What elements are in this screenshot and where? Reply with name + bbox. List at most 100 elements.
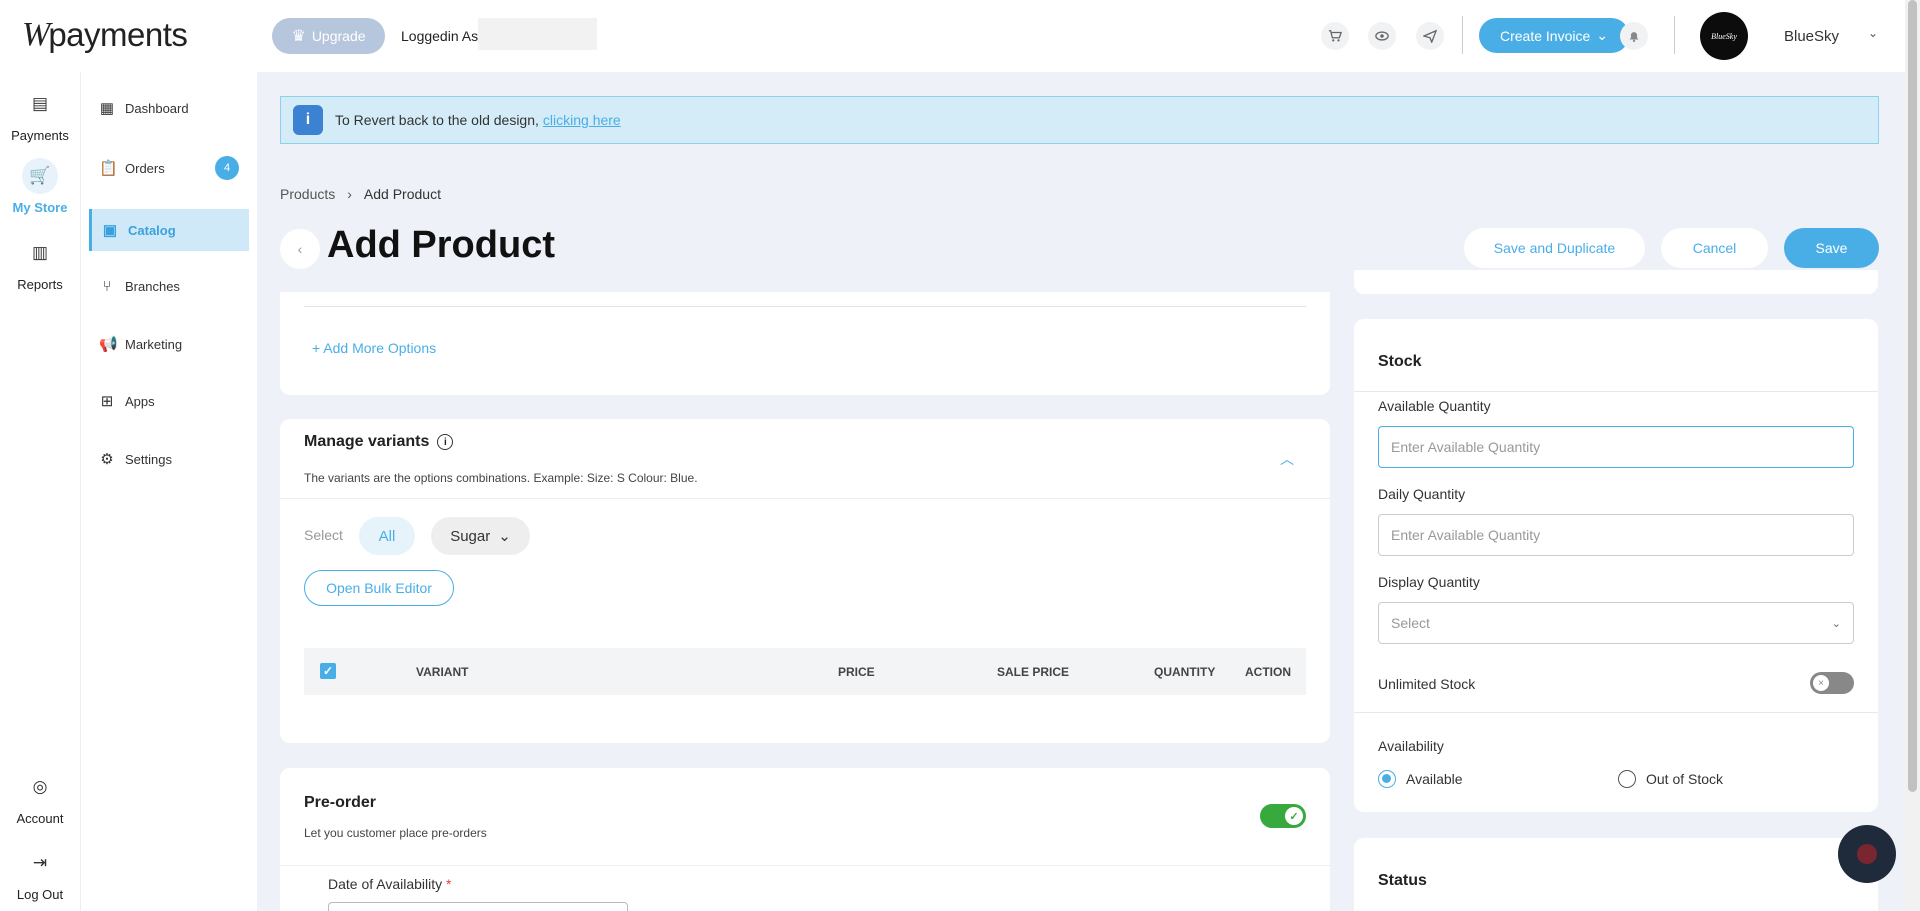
breadcrumb-current: Add Product bbox=[363, 186, 441, 202]
radio-label: Out of Stock bbox=[1646, 771, 1724, 787]
preorder-description: Let you customer place pre-orders bbox=[304, 826, 487, 840]
divider bbox=[1354, 712, 1878, 713]
design-notice-banner: i To Revert back to the old design, clic… bbox=[280, 96, 1879, 144]
scrollbar-thumb[interactable] bbox=[1908, 0, 1917, 792]
display-quantity-label: Display Quantity bbox=[1378, 574, 1480, 590]
sidebar-item-dashboard[interactable]: ▦ Dashboard bbox=[89, 87, 249, 129]
sidebar-item-catalog[interactable]: ▣ Catalog bbox=[89, 209, 249, 251]
divider bbox=[304, 306, 1306, 307]
column-header: VARIANT bbox=[416, 665, 469, 679]
clipboard-icon: 📋 bbox=[99, 160, 118, 177]
info-icon: i bbox=[293, 105, 323, 135]
right-card-bottom bbox=[1354, 270, 1878, 294]
variants-title: Manage variants i bbox=[304, 433, 454, 451]
sidebar-item-orders[interactable]: 📋 Orders 4 bbox=[89, 147, 249, 189]
back-button[interactable]: ‹ bbox=[280, 229, 320, 269]
select-label: Select bbox=[304, 527, 343, 543]
availability-label: Availability bbox=[1378, 738, 1444, 754]
variants-description: The variants are the options combination… bbox=[304, 471, 698, 485]
breadcrumb-products[interactable]: Products bbox=[280, 186, 335, 202]
create-invoice-button[interactable]: Create Invoice ⌄ bbox=[1479, 18, 1629, 53]
eye-icon[interactable] bbox=[1368, 22, 1396, 50]
column-header: ACTION bbox=[1245, 665, 1291, 679]
user-name[interactable]: BlueSky bbox=[1784, 28, 1839, 45]
close-icon: × bbox=[1813, 675, 1829, 691]
chevron-right-icon: › bbox=[347, 186, 352, 202]
column-header: PRICE bbox=[838, 665, 875, 679]
chat-widget-button[interactable] bbox=[1838, 825, 1896, 883]
date-label-text: Date of Availability bbox=[328, 876, 443, 892]
date-of-availability-label: Date of Availability * bbox=[328, 876, 451, 892]
apps-icon: ⊞ bbox=[100, 393, 114, 410]
top-header: W payments ♛ Upgrade Loggedin As Create … bbox=[0, 0, 1905, 72]
options-card: + Add More Options bbox=[280, 292, 1330, 395]
chevron-up-icon[interactable]: ︿ bbox=[1280, 449, 1294, 469]
megaphone-icon: 📢 bbox=[99, 336, 118, 353]
logged-in-account-field[interactable] bbox=[478, 18, 597, 50]
page-scrollbar[interactable] bbox=[1905, 0, 1920, 911]
divider bbox=[280, 865, 1330, 866]
chevron-down-icon[interactable]: ⌄ bbox=[1868, 26, 1878, 40]
cart-icon[interactable] bbox=[1321, 22, 1349, 50]
rail-item-label: My Store bbox=[12, 200, 68, 215]
chevron-left-icon: ‹ bbox=[297, 241, 303, 257]
preorder-title: Pre-order bbox=[304, 794, 377, 811]
preorder-card: Pre-order Let you customer place pre-ord… bbox=[280, 768, 1330, 911]
rail-item-logout[interactable]: ⇥ Log Out bbox=[0, 845, 80, 902]
logo-text: payments bbox=[48, 16, 188, 53]
save-button[interactable]: Save bbox=[1784, 228, 1879, 268]
orders-count-badge: 4 bbox=[215, 156, 239, 180]
rail-item-account[interactable]: ◎ Account bbox=[0, 769, 80, 826]
send-icon[interactable] bbox=[1416, 22, 1444, 50]
sidebar-item-label: Apps bbox=[125, 393, 155, 409]
sidebar-item-branches[interactable]: ⑂ Branches bbox=[89, 265, 249, 307]
display-quantity-select[interactable]: Select ⌄ bbox=[1378, 602, 1854, 644]
gear-icon: ⚙ bbox=[100, 451, 114, 468]
filter-all-chip[interactable]: All bbox=[359, 517, 415, 555]
upgrade-button[interactable]: ♛ Upgrade bbox=[272, 18, 385, 54]
stock-title: Stock bbox=[1378, 353, 1422, 370]
sidebar-item-settings[interactable]: ⚙ Settings bbox=[89, 438, 249, 480]
info-icon[interactable]: i bbox=[437, 434, 454, 450]
add-more-options-link[interactable]: + Add More Options bbox=[312, 340, 436, 356]
select-all-checkbox[interactable]: ✓ bbox=[320, 663, 336, 679]
rail-item-reports[interactable]: ▥ Reports bbox=[0, 235, 80, 292]
daily-quantity-input[interactable]: Enter Available Quantity bbox=[1378, 514, 1854, 556]
crown-icon: ♛ bbox=[291, 28, 306, 45]
cancel-button[interactable]: Cancel bbox=[1661, 228, 1768, 268]
revert-design-link[interactable]: clicking here bbox=[543, 112, 621, 128]
receipt-icon: ▤ bbox=[31, 94, 49, 113]
sidebar-item-marketing[interactable]: 📢 Marketing bbox=[89, 323, 249, 365]
check-icon: ✓ bbox=[1285, 807, 1303, 825]
sidebar-item-label: Settings bbox=[125, 451, 172, 467]
open-bulk-editor-button[interactable]: Open Bulk Editor bbox=[304, 570, 454, 606]
rail-item-label: Account bbox=[16, 811, 64, 826]
availability-available-radio[interactable]: Available bbox=[1378, 770, 1463, 788]
variants-table-header: ✓ VARIANT PRICE SALE PRICE QUANTITY ACTI… bbox=[304, 648, 1306, 695]
sidebar-item-label: Catalog bbox=[128, 222, 176, 238]
bell-icon[interactable] bbox=[1620, 22, 1648, 50]
chevron-down-icon: ⌄ bbox=[1596, 27, 1608, 43]
divider bbox=[280, 498, 1330, 499]
sidebar-item-apps[interactable]: ⊞ Apps bbox=[89, 380, 249, 422]
save-and-duplicate-button[interactable]: Save and Duplicate bbox=[1464, 228, 1645, 268]
available-quantity-input[interactable]: Enter Available Quantity bbox=[1378, 426, 1854, 468]
logged-in-label: Loggedin As bbox=[401, 28, 479, 44]
main-nav-rail: ▤ Payments 🛒 My Store ▥ Reports ◎ Accoun… bbox=[0, 72, 80, 911]
preorder-toggle[interactable]: ✓ bbox=[1260, 804, 1306, 828]
upgrade-label: Upgrade bbox=[311, 28, 366, 44]
availability-out-of-stock-radio[interactable]: Out of Stock bbox=[1618, 770, 1723, 788]
rail-item-payments[interactable]: ▤ Payments bbox=[0, 86, 80, 143]
grid-icon: ▦ bbox=[99, 100, 115, 117]
date-of-availability-input[interactable] bbox=[328, 902, 628, 911]
rail-item-my-store[interactable]: 🛒 My Store bbox=[0, 158, 80, 215]
chat-icon bbox=[1857, 844, 1877, 864]
sidebar-item-label: Orders bbox=[125, 160, 165, 176]
stock-card: Stock Available Quantity Enter Available… bbox=[1354, 319, 1878, 812]
unlimited-stock-label: Unlimited Stock bbox=[1378, 676, 1476, 692]
header-divider bbox=[1462, 16, 1463, 54]
unlimited-stock-toggle[interactable]: × bbox=[1810, 672, 1854, 694]
brand-logo[interactable]: W payments bbox=[22, 16, 188, 54]
avatar[interactable]: BlueSky bbox=[1700, 12, 1748, 60]
filter-sugar-dropdown[interactable]: Sugar ⌄ bbox=[431, 517, 530, 555]
